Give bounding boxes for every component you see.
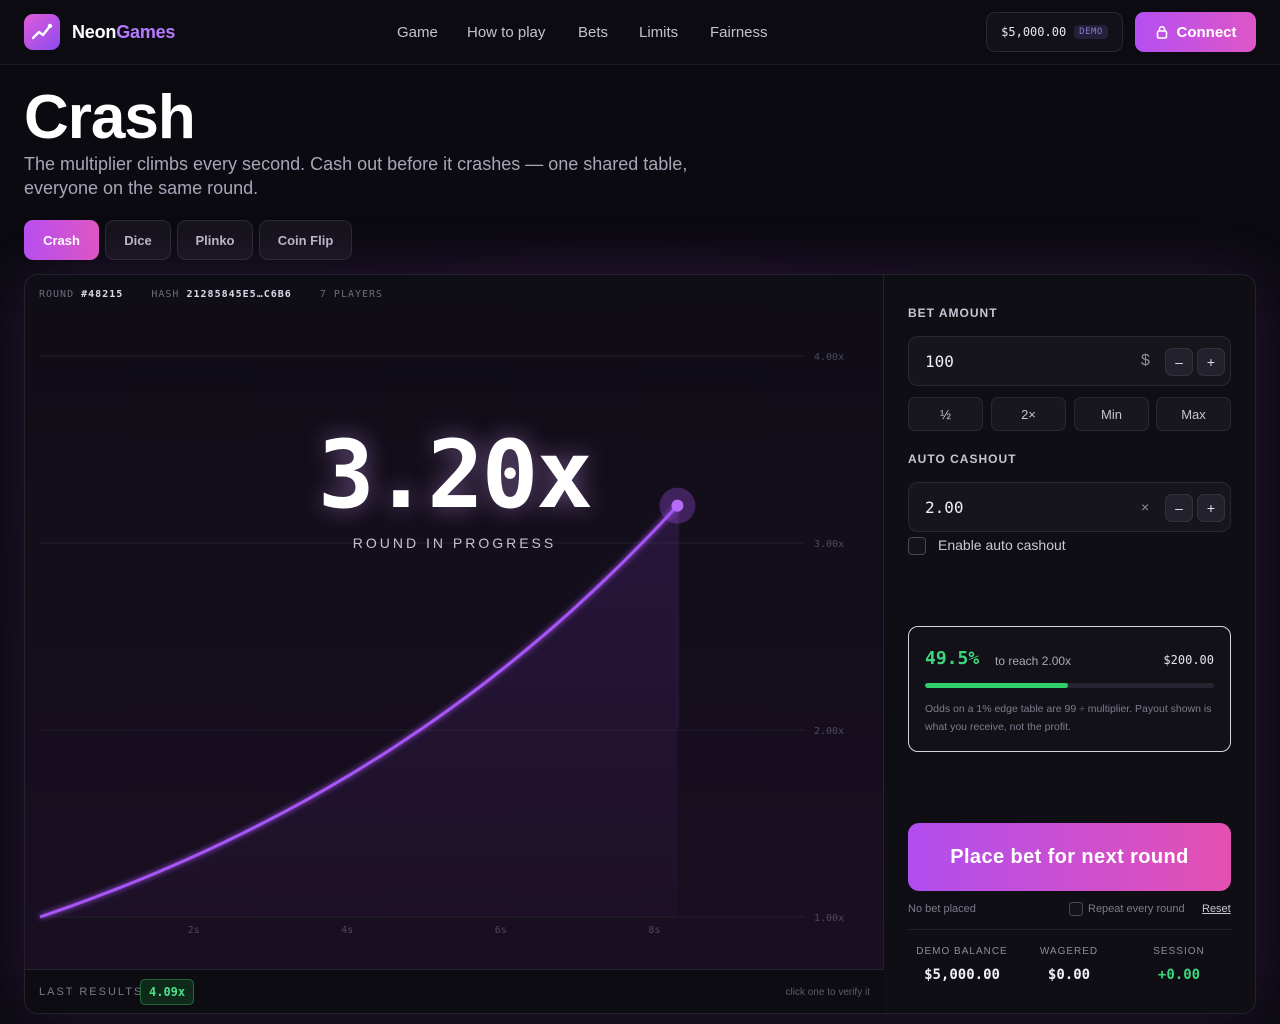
session-stats: DEMO BALANCE $5,000.00 WAGERED $0.00 SES… [908, 929, 1233, 1013]
enable-auto-cashout-label[interactable]: Enable auto cashout [938, 537, 1066, 553]
last-results-bar: LAST RESULTS 4.09x click one to verify i… [25, 969, 884, 1013]
stat-label: SESSION [1153, 946, 1205, 957]
y-tick-label: 1.00x [814, 913, 844, 924]
reset-link[interactable]: Reset [1202, 903, 1231, 915]
tab-plinko[interactable]: Plinko [177, 220, 253, 260]
bet-panel: BET AMOUNT 100 $ – + ½ 2× Min Max AUTO C… [884, 275, 1255, 1013]
enable-auto-cashout-checkbox[interactable] [908, 537, 926, 555]
tab-crash[interactable]: Crash [24, 220, 99, 260]
odds-card: 49.5% to reach 2.00x $200.00 Odds on a 1… [908, 626, 1231, 752]
top-bar: NeonGames Game How to play Bets Limits F… [0, 0, 1280, 65]
odds-progress-track [925, 683, 1214, 688]
y-tick-label: 2.00x [814, 726, 844, 737]
nav-limits[interactable]: Limits [639, 24, 678, 41]
connect-label: Connect [1176, 23, 1237, 41]
auto-cashout-label: AUTO CASHOUT [908, 452, 1017, 466]
stat-value: +0.00 [1157, 967, 1201, 983]
multiplier-chart: 1.00x2.00x3.00x4.00x2s 4s 6s 8s [39, 352, 844, 936]
bet-amount-value[interactable]: 100 [925, 352, 954, 371]
header-balance: $5,000.00 [1001, 25, 1067, 39]
demo-badge: DEMO [1074, 25, 1108, 39]
nav-game[interactable]: Game [397, 24, 438, 41]
page-subtitle: The multiplier climbs every second. Cash… [24, 154, 688, 198]
repeat-every-round-label[interactable]: Repeat every round [1088, 903, 1185, 915]
currency-unit: $ [1141, 352, 1150, 369]
stat-label: WAGERED [1039, 946, 1099, 957]
tab-coin-flip[interactable]: Coin Flip [259, 220, 352, 260]
stat-label: DEMO BALANCE [916, 946, 1008, 957]
result-chip[interactable]: 4.09x [140, 979, 195, 1005]
min-bet-button[interactable]: Min [1074, 397, 1149, 431]
lock-icon [1156, 25, 1167, 39]
bet-amount-field[interactable]: 100 $ – + [908, 336, 1231, 386]
auto-cashout-field[interactable]: 2.00 × – + [908, 482, 1231, 532]
auto-cashout-value[interactable]: 2.00 [925, 498, 964, 517]
odds-target: to reach 2.00x [995, 654, 1072, 668]
tab-dice[interactable]: Dice [105, 220, 171, 260]
auto-cashout-increase-button[interactable]: + [1197, 494, 1225, 522]
balance-chip: $5,000.00 DEMO [986, 12, 1123, 52]
nav-bets[interactable]: Bets [578, 24, 608, 41]
x-tick-label: 2s [188, 925, 200, 936]
round-status: ROUND IN PROGRESS [352, 535, 557, 551]
auto-cashout-decrease-button[interactable]: – [1165, 494, 1193, 522]
curve-area-fill [40, 505, 678, 917]
double-bet-button[interactable]: 2× [991, 397, 1066, 431]
odds-progress-fill [925, 683, 1069, 688]
place-bet-button[interactable]: Place bet for next round [908, 823, 1231, 891]
odds-note: Odds on a 1% edge table are 99 ÷ multipl… [925, 703, 1212, 733]
multiplier-unit: × [1141, 499, 1150, 515]
nav-how-to-play[interactable]: How to play [467, 24, 545, 41]
repeat-every-round-checkbox[interactable] [1069, 902, 1083, 916]
game-card: ROUND #48215 HASH 21285845E5…C6B6 7 PLAY… [24, 274, 1256, 1014]
bet-amount-label: BET AMOUNT [908, 306, 998, 320]
bet-increase-button[interactable]: + [1197, 348, 1225, 376]
stat-wagered: WAGERED $0.00 [1015, 946, 1123, 983]
y-tick-label: 4.00x [814, 352, 844, 363]
odds-payout: $200.00 [1163, 653, 1214, 667]
page-title: Crash [24, 83, 196, 152]
current-multiplier: 3.20x [318, 421, 593, 530]
verify-hint: click one to verify it [785, 987, 870, 998]
stat-demo-balance: DEMO BALANCE $5,000.00 [908, 946, 1016, 983]
crash-chart-panel: ROUND #48215 HASH 21285845E5…C6B6 7 PLAY… [25, 275, 884, 1013]
x-tick-label: 8s [648, 925, 660, 936]
x-tick-label: 6s [495, 925, 507, 936]
odds-percent: 49.5% [925, 648, 980, 669]
bet-decrease-button[interactable]: – [1165, 348, 1193, 376]
stat-session: SESSION +0.00 [1125, 946, 1233, 983]
connect-button[interactable]: Connect [1135, 12, 1256, 52]
max-bet-button[interactable]: Max [1156, 397, 1231, 431]
stat-value: $0.00 [1047, 967, 1091, 983]
nav-fairness[interactable]: Fairness [710, 24, 768, 41]
stat-value: $5,000.00 [924, 967, 1000, 983]
x-tick-label: 4s [341, 925, 353, 936]
bet-status: No bet placed [908, 903, 976, 915]
last-results-label: LAST RESULTS [39, 986, 144, 998]
half-bet-button[interactable]: ½ [908, 397, 983, 431]
